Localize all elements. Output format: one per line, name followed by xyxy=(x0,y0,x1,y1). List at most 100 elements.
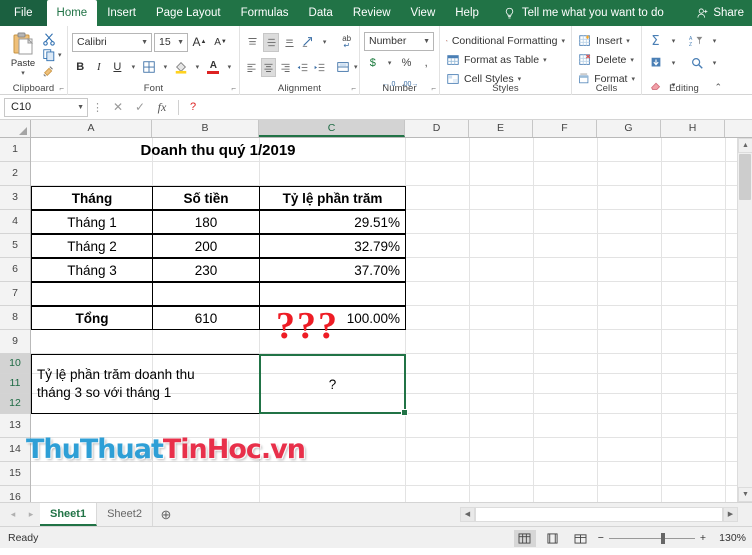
paste-button[interactable]: Paste ▾ xyxy=(4,29,42,77)
ribbon-tab-data[interactable]: Data xyxy=(299,0,343,26)
zoom-slider-track[interactable] xyxy=(608,532,695,544)
ribbon-tab-review[interactable]: Review xyxy=(343,0,401,26)
insert-function-button[interactable]: fx xyxy=(151,97,173,117)
borders-dropdown[interactable]: ▾ xyxy=(160,58,171,77)
column-header-f[interactable]: F xyxy=(533,120,597,137)
ribbon-tab-page-layout[interactable]: Page Layout xyxy=(146,0,231,26)
fill-color-button[interactable] xyxy=(173,58,190,77)
cell-c10-answer[interactable]: ? xyxy=(259,354,406,414)
autosum-dropdown[interactable]: ▾ xyxy=(667,32,680,51)
comma-style-button[interactable]: , xyxy=(417,54,435,73)
currency-dropdown[interactable]: ▾ xyxy=(384,54,396,73)
font-color-dropdown[interactable]: ▾ xyxy=(224,58,235,77)
format-painter-button[interactable] xyxy=(42,64,62,78)
borders-button[interactable] xyxy=(141,58,158,77)
cell-a6[interactable]: Tháng 3 xyxy=(31,258,153,282)
copy-button[interactable]: ▾ xyxy=(42,48,62,62)
ribbon-tab-insert[interactable]: Insert xyxy=(97,0,146,26)
sort-filter-dropdown[interactable]: ▾ xyxy=(708,32,721,51)
row-header-8[interactable]: 8 xyxy=(0,306,30,330)
row-header-7[interactable]: 7 xyxy=(0,282,30,306)
ribbon-tab-file[interactable]: File xyxy=(0,0,47,26)
merge-dropdown[interactable]: ▾ xyxy=(353,58,359,77)
column-header-h[interactable]: H xyxy=(661,120,725,137)
cell-c6[interactable]: 37.70% xyxy=(259,258,406,282)
scroll-left-arrow[interactable]: ◀ xyxy=(460,506,475,522)
font-color-button[interactable]: A xyxy=(205,58,222,77)
scroll-down-arrow[interactable]: ▼ xyxy=(738,487,752,502)
cell-b7[interactable] xyxy=(152,282,260,306)
cell-a8-total-label[interactable]: Tổng xyxy=(31,306,153,330)
cut-button[interactable] xyxy=(42,32,62,46)
cell-c4[interactable]: 29.51% xyxy=(259,210,406,234)
increase-indent-button[interactable] xyxy=(312,58,327,77)
ribbon-tab-home[interactable]: Home xyxy=(46,0,98,26)
ribbon-tab-formulas[interactable]: Formulas xyxy=(231,0,299,26)
row-header-10[interactable]: 10 xyxy=(0,354,30,374)
column-header-d[interactable]: D xyxy=(405,120,469,137)
name-box-expand-handle[interactable]: ⋮ xyxy=(88,101,107,114)
align-top-button[interactable] xyxy=(244,33,261,52)
normal-view-button[interactable] xyxy=(513,529,536,547)
ribbon-tab-help[interactable]: Help xyxy=(445,0,489,26)
decrease-indent-button[interactable] xyxy=(295,58,310,77)
column-header-g[interactable]: G xyxy=(597,120,661,137)
cell-title[interactable]: Doanh thu quý 1/2019 xyxy=(31,138,405,162)
column-header-b[interactable]: B xyxy=(152,120,259,137)
vertical-scroll-thumb[interactable] xyxy=(739,154,751,200)
clipboard-dialog-launcher[interactable]: ⌐ xyxy=(59,84,64,93)
row-header-5[interactable]: 5 xyxy=(0,234,30,258)
name-box[interactable]: C10 ▼ xyxy=(4,97,88,117)
increase-font-size-button[interactable]: A ▲ xyxy=(190,33,209,52)
conditional-formatting-button[interactable]: Conditional Formatting ▾ xyxy=(444,31,567,50)
insert-cells-button[interactable]: Insert ▾ xyxy=(576,31,637,50)
cell-b6[interactable]: 230 xyxy=(152,258,260,282)
sheet-tab-sheet1[interactable]: Sheet1 xyxy=(40,503,98,526)
zoom-slider[interactable]: − + xyxy=(598,532,706,544)
align-center-button[interactable] xyxy=(261,57,276,77)
row-header-6[interactable]: 6 xyxy=(0,258,30,282)
cell-c3-header-tyle[interactable]: Tỷ lệ phần trăm xyxy=(259,186,406,210)
font-size-combo[interactable]: 15 ▼ xyxy=(154,32,188,52)
row-header-11[interactable]: 11 xyxy=(0,374,30,394)
cancel-edit-button[interactable]: ✕ xyxy=(107,97,129,117)
scroll-up-arrow[interactable]: ▲ xyxy=(738,138,752,153)
font-name-combo[interactable]: Calibri ▼ xyxy=(72,32,152,52)
cell-a5[interactable]: Tháng 2 xyxy=(31,234,153,258)
cell-b3-header-sotien[interactable]: Số tiền xyxy=(152,186,260,210)
alignment-dialog-launcher[interactable]: ⌐ xyxy=(351,84,356,93)
copy-dropdown-icon[interactable]: ▾ xyxy=(58,51,62,59)
row-header-1[interactable]: 1 xyxy=(0,138,30,162)
align-right-button[interactable] xyxy=(278,58,293,77)
paste-dropdown-icon[interactable]: ▾ xyxy=(21,69,25,77)
sort-filter-button[interactable]: A Z xyxy=(687,32,706,51)
scroll-right-arrow[interactable]: ▶ xyxy=(723,506,738,522)
number-dialog-launcher[interactable]: ⌐ xyxy=(431,84,436,93)
align-left-button[interactable] xyxy=(244,58,259,77)
find-select-button[interactable] xyxy=(687,54,706,73)
zoom-in-button[interactable]: + xyxy=(700,532,706,544)
collapse-ribbon-button[interactable]: ⌃ xyxy=(714,82,722,93)
cell-question-label[interactable]: Tỷ lệ phần trăm doanh thu tháng 3 so với… xyxy=(31,354,260,414)
cell-b8-total-amount[interactable]: 610 xyxy=(152,306,260,330)
align-bottom-button[interactable] xyxy=(281,33,298,52)
page-layout-view-button[interactable] xyxy=(542,530,564,547)
row-header-4[interactable]: 4 xyxy=(0,210,30,234)
delete-cells-button[interactable]: Delete ▾ xyxy=(576,50,637,69)
fill-dropdown[interactable]: ▾ xyxy=(667,54,680,73)
fill-color-dropdown[interactable]: ▾ xyxy=(192,58,203,77)
find-dropdown[interactable]: ▾ xyxy=(708,54,721,73)
select-all-corner[interactable] xyxy=(0,120,31,137)
vertical-scrollbar[interactable]: ▲ ▼ xyxy=(737,138,752,502)
cell-c5[interactable]: 32.79% xyxy=(259,234,406,258)
orientation-button[interactable] xyxy=(300,33,317,52)
number-format-combo[interactable]: Number ▼ xyxy=(364,31,434,51)
previous-sheet-button[interactable]: ◂ xyxy=(4,509,22,520)
column-header-a[interactable]: A xyxy=(31,120,152,137)
column-header-c[interactable]: C xyxy=(259,120,405,137)
wrap-text-button[interactable]: ab ↵ xyxy=(338,33,355,52)
add-sheet-button[interactable]: ⊕ xyxy=(153,507,179,523)
cell-c7[interactable] xyxy=(259,282,406,306)
horizontal-scrollbar[interactable]: ◀ ▶ xyxy=(460,506,738,522)
confirm-edit-button[interactable]: ✓ xyxy=(129,97,151,117)
